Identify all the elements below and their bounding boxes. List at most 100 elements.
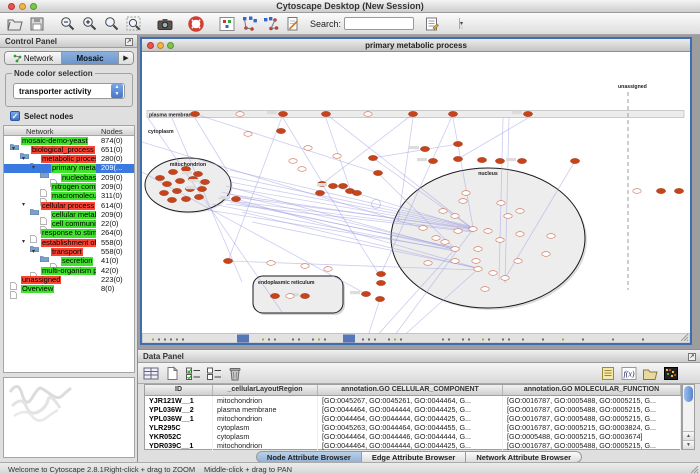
search-input[interactable] [345,18,459,29]
graph-node-white[interactable] [267,261,275,266]
table-column-header[interactable]: annotation.GO CELLULAR_COMPONENT [318,385,503,395]
graph-node-white[interactable] [516,232,524,237]
graph-node-white[interactable] [472,259,480,264]
graph-node-white[interactable] [441,240,449,245]
graph-node-white[interactable] [474,247,482,252]
graph-node-orange[interactable] [315,190,324,195]
graph-node-white[interactable] [324,267,332,272]
tree-expand-icon[interactable]: ▾ [32,164,35,173]
graph-node-orange[interactable] [159,190,168,195]
scrollbar-thumb[interactable] [684,386,693,402]
save-session-icon[interactable] [28,15,46,33]
graph-node-white[interactable] [244,132,252,137]
net-close-button[interactable] [147,42,154,49]
graph-node-orange[interactable] [352,190,361,195]
graph-node-orange[interactable] [321,111,330,116]
zoom-selected-icon[interactable] [125,15,143,33]
graph-node-white[interactable] [432,236,440,241]
layout-nodes-icon[interactable] [240,15,258,33]
graph-node-white[interactable] [333,154,341,159]
graph-node-orange[interactable] [523,111,532,116]
graph-node-orange[interactable] [231,196,240,201]
graph-node-orange[interactable] [656,188,665,193]
table-row[interactable]: YLR295Ccytoplasm[GO:0045263, GO:0044464,… [145,423,681,432]
graph-node-white[interactable] [304,146,312,151]
graph-node-orange[interactable] [194,194,203,199]
close-window-button[interactable] [8,3,15,10]
tree-item[interactable]: macromolecule311(0) [4,192,134,201]
graph-node-orange[interactable] [190,111,199,116]
vizmapper-icon[interactable] [218,15,236,33]
graph-node-orange[interactable] [477,157,486,162]
graph-node-white[interactable] [504,214,512,219]
graph-node-white[interactable] [481,287,489,292]
graph-node-orange[interactable] [495,158,504,163]
graph-node-orange[interactable] [223,258,232,263]
graph-node-white[interactable] [514,259,522,264]
zoom-in-icon[interactable] [81,15,99,33]
graph-node-orange[interactable] [361,291,370,296]
table-row[interactable]: YDR039C__1mitochondrion[GO:0044464, GO:0… [145,441,681,450]
select-attributes-icon[interactable] [185,366,201,381]
graph-node-orange[interactable] [167,197,176,202]
graph-node-orange[interactable] [373,170,382,175]
graph-node-orange[interactable] [453,141,462,146]
float-panel-icon[interactable]: ↗ [125,38,133,46]
tree-item[interactable]: unassigned223(0) [4,275,134,284]
graph-node-orange[interactable] [328,183,337,188]
table-row[interactable]: YPL036W__1mitochondrion[GO:0044464, GO:0… [145,414,681,423]
graph-node-white[interactable] [286,294,294,299]
graph-node-orange[interactable] [197,186,206,191]
table-column-header[interactable]: annotation.GO MOLECULAR_FUNCTION [503,385,681,395]
table-row[interactable]: YJR121W__1mitochondrion[GO:0045267, GO:0… [145,396,681,405]
graph-node-white[interactable] [501,276,509,281]
table-column-header[interactable]: _cellularLayoutRegion [213,385,318,395]
network-window-titlebar[interactable]: primary metabolic process [142,39,690,52]
graph-node-orange[interactable] [376,280,385,285]
tab-mosaic[interactable]: Mosaic [62,52,119,64]
graph-node-white[interactable] [542,252,550,257]
tree-item[interactable]: secretion41(0) [4,257,134,266]
graph-node-white[interactable] [439,209,447,214]
graph-node-orange[interactable] [338,183,347,188]
minimize-window-button[interactable] [19,3,26,10]
graph-node-white[interactable] [451,247,459,252]
notes-icon[interactable] [600,366,616,381]
graph-node-white[interactable] [633,189,641,194]
graph-node-white[interactable] [419,226,427,231]
graph-node-white[interactable] [424,261,432,266]
graph-node-white[interactable] [489,271,497,276]
graph-node-orange[interactable] [300,293,309,298]
graph-node-orange[interactable] [428,158,437,163]
zoom-out-icon[interactable] [59,15,77,33]
new-attribute-icon[interactable] [164,366,180,381]
matrix-view-icon[interactable] [663,366,679,381]
graph-node-white[interactable] [459,199,467,204]
table-column-header[interactable]: ID [145,385,213,395]
graph-node-orange[interactable] [420,146,429,151]
search-config-icon[interactable] [423,15,441,33]
graph-node-white[interactable] [451,214,459,219]
snapshot-camera-icon[interactable] [156,15,174,33]
graph-node-white[interactable] [451,259,459,264]
graph-node-white[interactable] [516,209,524,214]
graph-node-white[interactable] [454,229,462,234]
graph-node-white[interactable] [474,267,482,272]
table-vertical-scrollbar[interactable]: ▲ ▼ [682,384,695,450]
graph-node-white[interactable] [547,234,555,239]
graph-node-orange[interactable] [674,188,683,193]
graph-node-orange[interactable] [375,296,384,301]
tree-expand-icon[interactable]: ▾ [12,145,15,154]
scroll-down-button[interactable]: ▼ [683,440,694,449]
tree-item[interactable]: ▾cellular process614(0) [4,201,134,210]
graph-node-white[interactable] [364,112,372,117]
graph-node-orange[interactable] [162,181,171,186]
tree-expand-icon[interactable]: ▾ [22,155,25,164]
annotation-icon[interactable] [284,15,302,33]
help-lifesaver-icon[interactable] [187,15,205,33]
tree-expand-icon[interactable]: ▾ [22,238,25,247]
graph-node-white[interactable] [301,264,309,269]
select-nodes-checkbox[interactable]: ✓ [10,111,20,121]
node-color-dropdown[interactable]: transporter activity ▲▼ [13,83,125,99]
graph-node-orange[interactable] [175,178,184,183]
